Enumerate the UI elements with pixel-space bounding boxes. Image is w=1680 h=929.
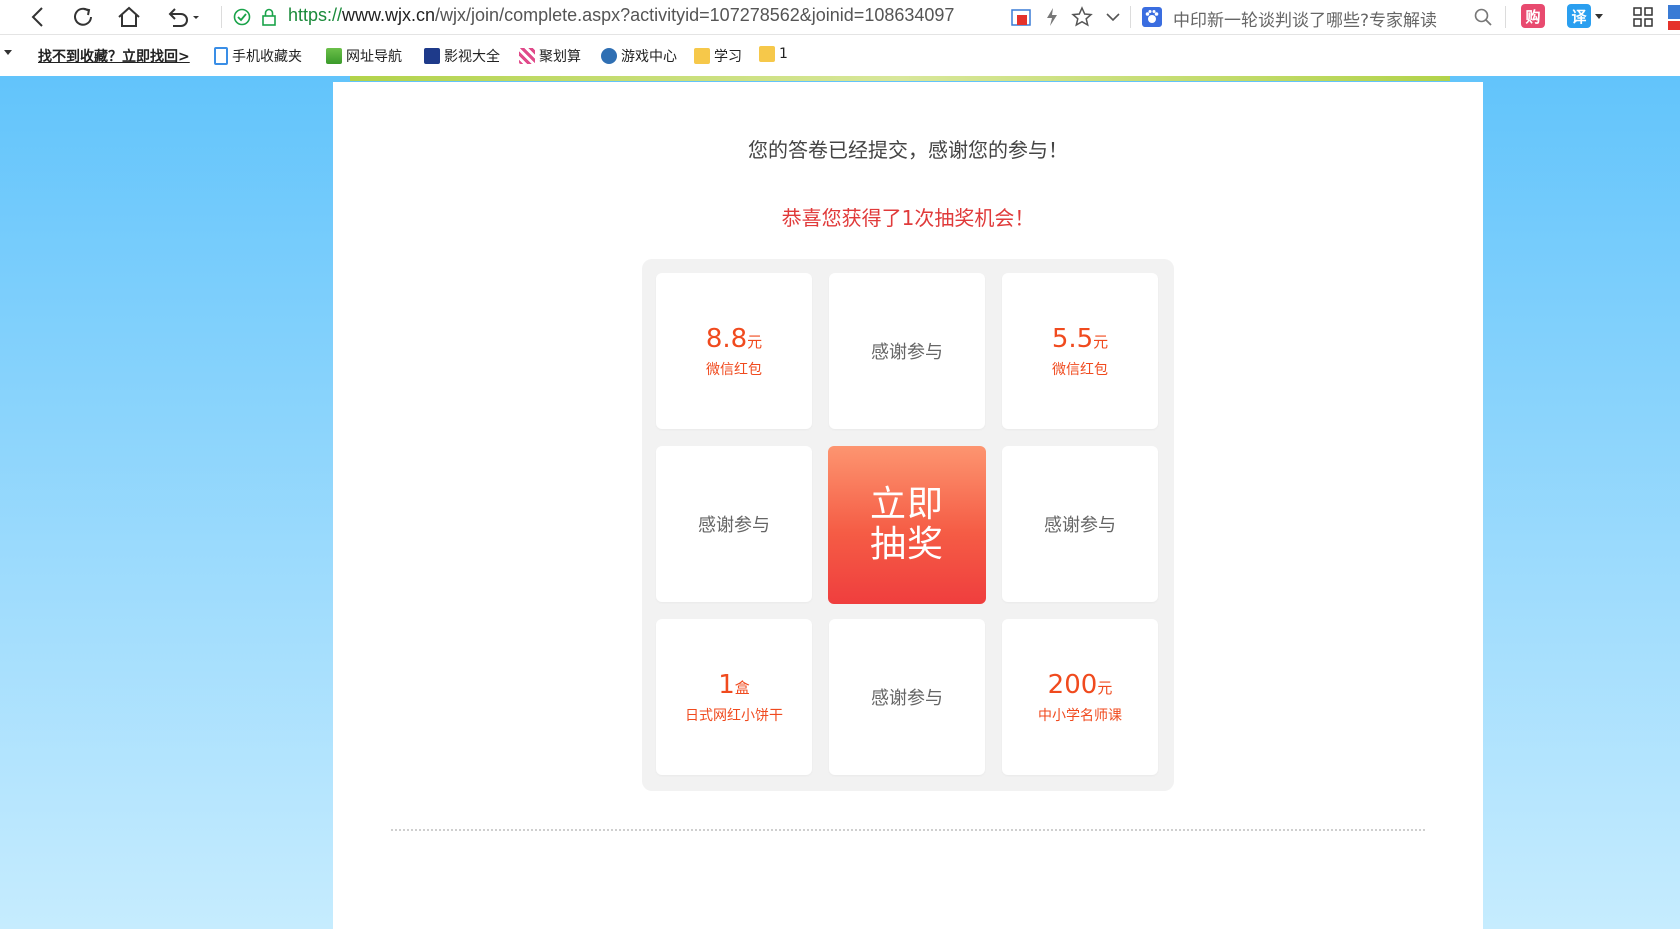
prize-cell: 感谢参与 [656,446,812,602]
url-path: /wjx/join/complete.aspx?activityid=10727… [435,5,955,25]
prize-cell: 5.5元 微信红包 [1002,273,1158,429]
translate-button[interactable]: 译 [1567,4,1591,28]
chevron-down-icon[interactable] [1103,3,1123,31]
bookmark-item[interactable]: 聚划算 [519,46,581,66]
prize-unit: 元 [1097,678,1113,697]
apps-grid-icon[interactable] [1630,3,1656,31]
bookmarks-bar: 找不到收藏？立即找回> 手机收藏夹 网址导航 影视大全 聚划算 游戏中心 学习 … [0,35,1680,75]
translate-menu-chevron-icon[interactable] [1593,3,1605,31]
prize-desc: 中小学名师课 [1038,707,1122,724]
film-icon [424,48,440,64]
section-divider [391,829,1425,831]
phone-icon [214,47,228,65]
prize-cell: 1盒 日式网红小饼干 [656,619,812,775]
draw-lottery-button[interactable]: 立即抽奖 [828,446,986,604]
lottery-chance-text: 恭喜您获得了1次抽奖机会！ [781,206,1035,230]
bookmark-item[interactable]: 网址导航 [326,46,402,66]
game-icon [601,48,617,64]
bookmark-item[interactable]: 手机收藏夹 [214,46,302,66]
bookmark-label: 1 [779,46,788,62]
draw-button-label: 立即抽奖 [869,484,944,565]
extension-icon[interactable] [1668,3,1680,31]
nav-2345-icon [326,48,342,64]
lottery-grid: 8.8元 微信红包 感谢参与 5.5元 微信红包 感谢参与 立即抽奖 感谢参与 [642,259,1174,791]
prize-unit: 元 [1093,332,1109,351]
undo-close-button[interactable] [163,3,203,31]
prize-unit: 元 [747,332,763,351]
bookmark-label: 手机收藏夹 [232,49,302,65]
bookmark-label: 游戏中心 [621,49,677,65]
prize-amount: 200 [1047,669,1098,700]
pdf-icon[interactable] [1010,3,1034,31]
bookmark-label: 学习 [714,49,742,65]
bookmark-label: 网址导航 [346,49,402,65]
prize-desc: 微信红包 [1052,361,1108,378]
prize-amount: 5.5 [1051,323,1094,354]
baidu-paw-icon [1140,3,1164,31]
page-viewport: 您的答卷已经提交，感谢您的参与！ 恭喜您获得了1次抽奖机会！ 8.8元 微信红包… [0,76,1680,929]
shop-button[interactable]: 购 [1521,4,1545,28]
completion-panel: 您的答卷已经提交，感谢您的参与！ 恭喜您获得了1次抽奖机会！ 8.8元 微信红包… [333,82,1483,929]
prize-unit: 盒 [734,678,750,697]
folder-icon [694,48,710,64]
bookmark-label: 聚划算 [539,49,581,65]
no-prize-text: 感谢参与 [698,515,770,536]
bookmark-label: 影视大全 [444,49,500,65]
ju-icon [519,48,535,64]
submission-thanks-text: 您的答卷已经提交，感谢您的参与！ [748,138,1068,162]
prize-cell: 8.8元 微信红包 [656,273,812,429]
star-icon[interactable] [1069,3,1095,31]
prize-desc: 日式网红小饼干 [685,707,783,724]
search-box[interactable]: 中印新一轮谈判谈了哪些?专家解读 [1173,6,1437,31]
bookmark-item[interactable]: 1 [759,46,788,62]
banner-strip [350,76,1450,81]
browser-toolbar: https://www.wjx.cn/wjx/join/complete.asp… [0,0,1680,35]
prize-cell: 200元 中小学名师课 [1002,619,1158,775]
no-prize-text: 感谢参与 [1044,515,1116,536]
prize-cell: 感谢参与 [829,619,985,775]
no-prize-text: 感谢参与 [871,342,943,363]
search-icon[interactable] [1470,3,1496,31]
refresh-button[interactable] [68,3,98,31]
bookmarks-menu-chevron-icon[interactable] [4,50,12,56]
no-prize-text: 感谢参与 [871,688,943,709]
bookmark-item[interactable]: 影视大全 [424,46,500,66]
lock-icon [259,3,279,31]
prize-amount: 1 [718,669,735,700]
home-button[interactable] [114,3,144,31]
recover-bookmarks-link[interactable]: 找不到收藏？立即找回> [38,46,190,66]
prize-amount: 8.8 [705,323,748,354]
url-scheme: https:// [288,5,343,25]
prize-cell: 感谢参与 [829,273,985,429]
bookmark-item[interactable]: 游戏中心 [601,46,677,66]
verified-shield-icon [232,3,252,31]
prize-cell: 感谢参与 [1002,446,1158,602]
folder-icon [759,46,775,62]
back-button[interactable] [25,3,51,31]
prize-desc: 微信红包 [706,361,762,378]
bookmark-item[interactable]: 学习 [694,46,742,66]
address-bar[interactable]: https://www.wjx.cn/wjx/join/complete.asp… [288,5,954,26]
lightning-icon[interactable] [1041,3,1063,31]
url-host: www.wjx.cn [342,5,436,25]
